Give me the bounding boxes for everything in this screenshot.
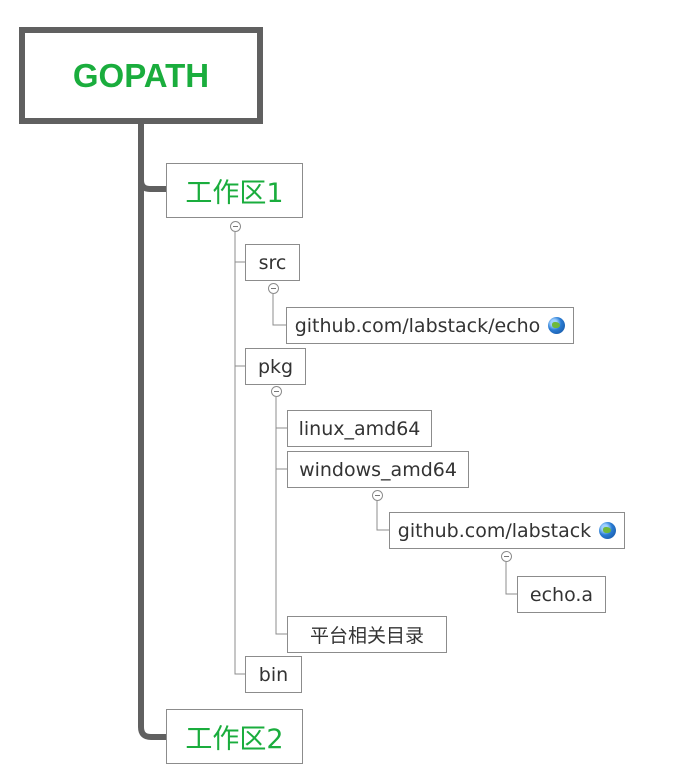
collapse-minus-icon[interactable] [372,490,383,501]
echo-a-node[interactable]: echo.a [517,576,606,613]
linux-amd64-label: linux_amd64 [298,417,421,440]
collapse-minus-icon[interactable] [271,386,282,397]
trunk-branch-workspace1 [138,179,166,192]
labstack-node[interactable]: github.com/labstack [389,512,625,549]
src-node[interactable]: src [245,244,300,281]
workspace2-node[interactable]: 工作区2 [166,709,303,764]
pkg-spine [275,397,287,635]
collapse-minus-icon[interactable] [268,283,279,294]
globe-icon[interactable] [548,317,566,334]
echo-a-label: echo.a [529,583,594,606]
labstack-label: github.com/labstack [397,519,592,542]
windows-spine [376,500,389,531]
workspace2-label: 工作区2 [185,724,284,755]
src-spine [272,294,286,326]
src-label: src [258,251,287,274]
collapse-minus-icon[interactable] [230,221,241,232]
bin-label: bin [258,663,289,686]
workspace1-label: 工作区1 [185,178,284,209]
pkg-node[interactable]: pkg [245,348,306,385]
windows-amd64-node[interactable]: windows_amd64 [287,451,469,488]
platform-dir-label: 平台相关目录 [309,625,424,647]
workspace1-node[interactable]: 工作区1 [166,163,303,218]
windows-amd64-label: windows_amd64 [299,458,457,481]
collapse-minus-icon[interactable] [501,551,512,562]
root-node[interactable]: GOPATH [19,27,263,124]
root-label: GOPATH [72,56,210,94]
workspace1-spine [234,232,245,675]
trunk-line [138,122,166,740]
bin-node[interactable]: bin [245,656,302,693]
src-child-label: github.com/labstack/echo [294,314,541,337]
linux-amd64-node[interactable]: linux_amd64 [287,410,432,447]
mind-map: GOPATH 工作区1 src github.com/labstack/echo… [0,0,675,783]
globe-icon[interactable] [599,522,617,539]
src-child-node[interactable]: github.com/labstack/echo [286,307,574,344]
labstack-spine [505,562,517,595]
pkg-label: pkg [257,355,294,378]
platform-dir-node[interactable]: 平台相关目录 [287,616,447,653]
